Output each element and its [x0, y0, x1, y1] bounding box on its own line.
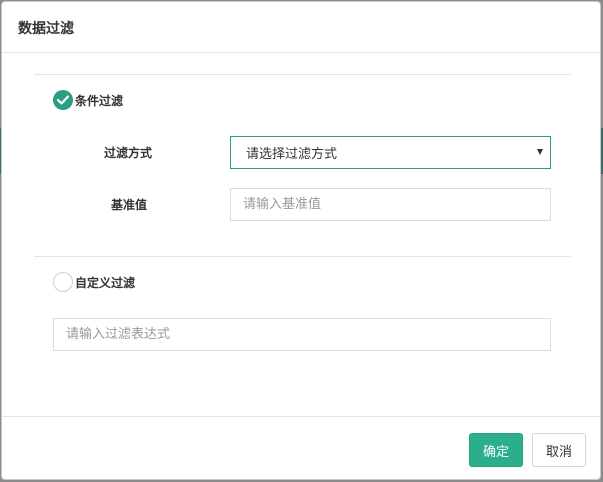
condition-filter-label: 条件过滤 — [75, 93, 124, 108]
dialog-title: 数据过滤 — [18, 21, 74, 37]
check-circle-icon — [53, 90, 73, 110]
section-divider-middle — [34, 256, 571, 257]
filter-method-select[interactable]: 请选择过滤方式 — [230, 136, 551, 169]
custom-filter-label: 自定义过滤 — [75, 275, 136, 290]
radio-empty-icon — [53, 272, 73, 292]
condition-filter-radio[interactable]: 条件过滤 — [53, 90, 123, 110]
section-divider-top — [34, 74, 571, 75]
filter-method-label: 过滤方式 — [103, 146, 152, 160]
confirm-button[interactable]: 确定 — [469, 433, 523, 467]
caret-down-icon — [537, 149, 543, 155]
base-value-input[interactable] — [230, 188, 551, 221]
cancel-button[interactable]: 取消 — [532, 433, 586, 467]
base-value-label: 基准值 — [110, 198, 147, 212]
filter-expression-input[interactable] — [53, 318, 551, 351]
data-filter-dialog: 数据过滤 条件过滤 过滤方式 请选择过滤方式 基准值 自定义过滤 确定 取消 — [1, 1, 601, 480]
dialog-header: 数据过滤 — [2, 2, 600, 53]
dialog-footer: 确定 取消 — [2, 416, 600, 479]
filter-method-select-value: 请选择过滤方式 — [246, 147, 338, 162]
custom-filter-radio[interactable]: 自定义过滤 — [53, 272, 135, 292]
